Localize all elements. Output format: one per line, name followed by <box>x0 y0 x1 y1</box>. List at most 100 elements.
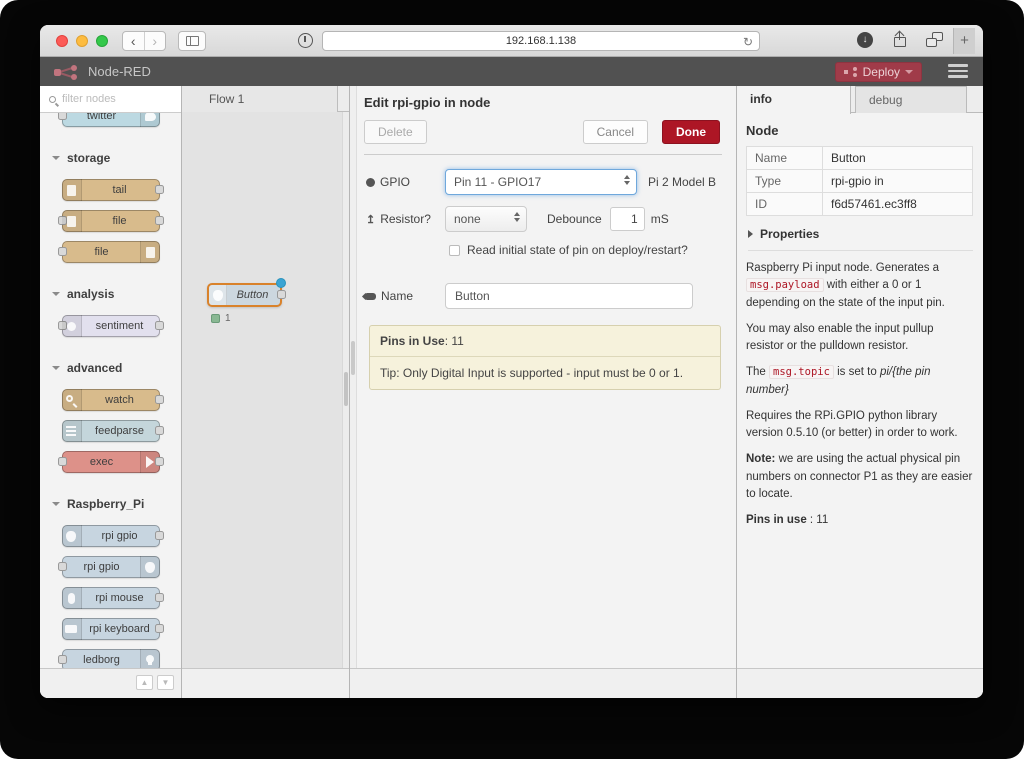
name-input[interactable]: Button <box>445 283 693 309</box>
close-window-button[interactable] <box>56 35 68 47</box>
new-tab-button[interactable]: + <box>953 28 975 54</box>
output-port[interactable] <box>155 624 164 633</box>
minimize-window-button[interactable] <box>76 35 88 47</box>
palette-node-sentiment[interactable]: sentiment <box>62 315 160 337</box>
chevron-right-icon <box>748 230 753 238</box>
output-port[interactable] <box>155 321 164 330</box>
palette-node-file-in[interactable]: file <box>62 210 160 232</box>
browser-toolbar: ‹ › 192.168.1.138 ↻ ↓ + <box>40 25 983 57</box>
workspace-scrollbar[interactable] <box>342 112 349 668</box>
filter-nodes-input[interactable] <box>62 93 162 105</box>
file-icon <box>140 241 160 263</box>
deploy-node-icon <box>844 67 858 77</box>
cancel-button[interactable]: Cancel <box>583 120 648 144</box>
debounce-input[interactable]: 1 <box>610 207 645 231</box>
share-icon[interactable] <box>892 32 908 48</box>
collapse-all-button[interactable]: ▲ <box>136 675 153 690</box>
downloads-icon[interactable]: ↓ <box>857 32 873 48</box>
nodered-header: Node-RED Deploy <box>40 57 983 86</box>
output-port[interactable] <box>155 457 164 466</box>
category-advanced[interactable]: advanced <box>40 346 181 380</box>
input-port[interactable] <box>58 247 67 256</box>
menu-hamburger-button[interactable] <box>948 64 968 81</box>
output-port[interactable] <box>155 593 164 602</box>
input-port[interactable] <box>58 457 67 466</box>
palette-node-tail[interactable]: tail <box>62 179 160 201</box>
gpio-select[interactable]: Pin 11 - GPIO17 <box>445 169 637 195</box>
palette-node-feedparse[interactable]: feedparse <box>62 420 160 442</box>
browser-window: ‹ › 192.168.1.138 ↻ ↓ + Node-RED Deploy <box>40 25 983 698</box>
raspberry-icon <box>140 556 160 578</box>
arrow-up-icon: ↥ <box>366 213 375 226</box>
output-port[interactable] <box>155 185 164 194</box>
palette-node-file-out[interactable]: file <box>62 241 160 263</box>
msg-payload-code: msg.payload <box>746 278 824 292</box>
done-button[interactable]: Done <box>662 120 720 144</box>
output-port[interactable] <box>277 290 286 299</box>
select-stepper-icon <box>624 175 630 185</box>
category-storage[interactable]: storage <box>40 136 181 170</box>
palette-node-rpi-gpio-out[interactable]: rpi gpio <box>62 556 160 578</box>
edit-panel-scrollbar[interactable] <box>350 86 357 668</box>
properties-toggle[interactable]: Properties <box>748 227 973 251</box>
input-port[interactable] <box>58 655 67 664</box>
palette-footer: ▲ ▼ <box>40 668 181 698</box>
category-analysis[interactable]: analysis <box>40 272 181 306</box>
output-port[interactable] <box>155 426 164 435</box>
palette-node-rpi-gpio-in[interactable]: rpi gpio <box>62 525 160 547</box>
back-button[interactable]: ‹ <box>123 32 145 50</box>
expand-all-button[interactable]: ▼ <box>157 675 174 690</box>
category-raspberry-pi[interactable]: Raspberry_Pi <box>40 482 181 516</box>
file-icon <box>62 210 82 232</box>
tabs-overview-icon[interactable] <box>926 32 943 47</box>
raspberry-icon <box>209 285 227 305</box>
status-dot-icon <box>211 314 220 323</box>
msg-topic-code: msg.topic <box>769 365 834 379</box>
select-stepper-icon <box>514 212 520 222</box>
edit-panel-title: Edit rpi-gpio in node <box>364 95 722 110</box>
palette-node-rpi-keyboard[interactable]: rpi keyboard <box>62 618 160 640</box>
reload-icon[interactable]: ↻ <box>743 33 753 51</box>
main-area: twitter storage tail <box>40 86 983 698</box>
address-bar[interactable]: 192.168.1.138 ↻ <box>322 31 760 51</box>
description-paragraph: Pins in use : 11 <box>746 512 973 529</box>
page-loader-icon[interactable] <box>298 33 313 48</box>
palette-node-watch[interactable]: watch <box>62 389 160 411</box>
palette-node-ledborg[interactable]: ledborg <box>62 649 160 668</box>
input-port[interactable] <box>58 113 67 120</box>
chevron-down-icon <box>52 502 60 506</box>
output-port[interactable] <box>155 216 164 225</box>
edit-form: GPIO Pin 11 - GPIO17 Pi 2 Model B ↥ Resi… <box>350 155 736 404</box>
palette-node-rpi-mouse[interactable]: rpi mouse <box>62 587 160 609</box>
delete-button[interactable]: Delete <box>364 120 427 144</box>
read-initial-label: Read initial state of pin on deploy/rest… <box>467 243 688 257</box>
palette-node-twitter[interactable]: twitter <box>62 113 160 127</box>
flow-node-button[interactable]: Button <box>207 283 282 307</box>
edit-node-panel: Edit rpi-gpio in node Delete Cancel Done… <box>350 86 737 698</box>
read-initial-checkbox[interactable] <box>449 245 460 256</box>
forward-button[interactable]: › <box>145 32 166 50</box>
sidebar-toggle-button[interactable] <box>178 31 206 51</box>
deploy-button[interactable]: Deploy <box>835 62 922 82</box>
description-paragraph: The msg.topic is set to pi/{the pin numb… <box>746 364 973 399</box>
palette-node-exec[interactable]: exec <box>62 451 160 473</box>
chevron-down-icon <box>52 366 60 370</box>
output-port[interactable] <box>155 395 164 404</box>
gpio-label: GPIO <box>366 175 445 189</box>
info-sidebar: info debug Node Name Button Type rpi-gpi… <box>737 86 983 698</box>
tab-debug[interactable]: debug <box>855 86 967 113</box>
input-port[interactable] <box>58 562 67 571</box>
output-port[interactable] <box>155 531 164 540</box>
pi-model-text: Pi 2 Model B <box>648 175 716 189</box>
resistor-select[interactable]: none <box>445 206 527 232</box>
zoom-window-button[interactable] <box>96 35 108 47</box>
palette-search[interactable] <box>40 86 181 113</box>
description-paragraph: Requires the RPi.GPIO python library ver… <box>746 408 973 443</box>
flow-workspace[interactable]: Flow 1 Button 1 <box>182 86 350 698</box>
tab-flow-1[interactable]: Flow 1 <box>182 86 338 112</box>
deploy-caret-icon[interactable] <box>905 70 913 74</box>
tab-info[interactable]: info <box>737 86 851 114</box>
history-nav-group: ‹ › <box>122 31 166 51</box>
node-palette: twitter storage tail <box>40 86 182 698</box>
circle-icon <box>366 178 375 187</box>
